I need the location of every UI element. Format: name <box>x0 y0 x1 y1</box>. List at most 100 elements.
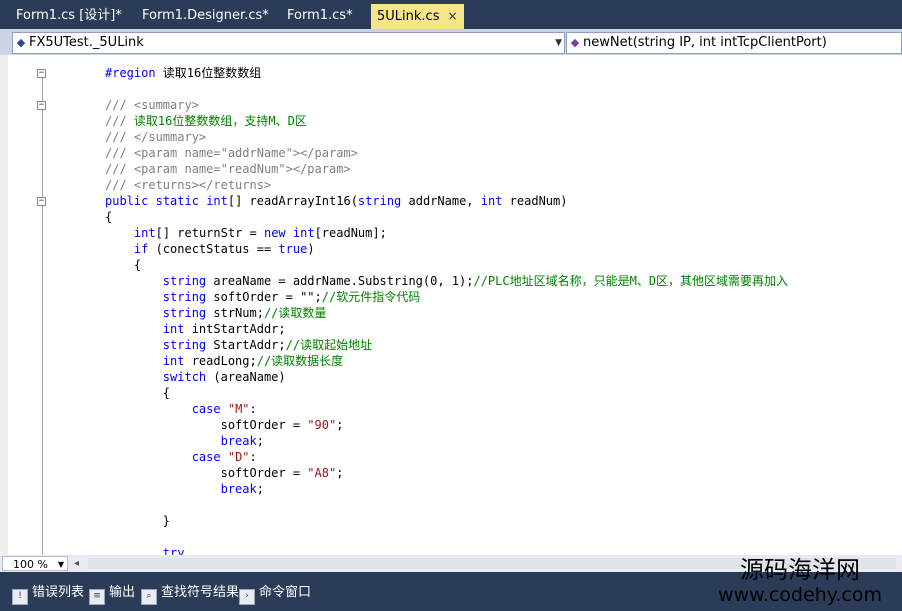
zoom-dropdown[interactable]: 100 % ▼ <box>2 556 68 571</box>
error-list-icon: ! <box>12 589 28 605</box>
code-token: public static int[] readArrayInt16(strin… <box>105 194 568 208</box>
code-line: { <box>105 385 170 401</box>
code-token: ; <box>336 466 344 480</box>
code-line: /// <param name="addrName"></param> <box>105 145 358 161</box>
code-token: { <box>105 210 113 224</box>
code-line: int[] returnStr = new int[readNum]; <box>105 225 387 241</box>
code-token: string areaName = addrName.Substring(0, … <box>162 274 474 288</box>
code-token: /// <param name="readNum"></param> <box>105 162 351 176</box>
outline-guide <box>42 72 43 555</box>
member-selector-value: newNet(string IP, int intTcpClientPort) <box>583 35 827 50</box>
code-line: /// <summary> <box>105 97 199 113</box>
code-token: : <box>249 402 257 416</box>
command-window-button[interactable]: › 命令窗口 <box>239 584 312 605</box>
output-button[interactable]: ≡ 输出 <box>89 584 136 605</box>
code-token: case <box>191 450 221 464</box>
tab-5ulink-cs[interactable]: 5ULink.cs × <box>371 4 464 29</box>
code-line: } <box>105 513 170 529</box>
code-token: "M" <box>227 402 250 416</box>
tab-form1-designer[interactable]: Form1.Designer.cs* <box>142 5 269 27</box>
code-line: /// 读取16位整数数组，支持M、D区 <box>105 113 307 129</box>
error-list-button[interactable]: ! 错误列表 <box>12 584 85 605</box>
code-token: /// </summary> <box>105 130 207 144</box>
code-token: //读取起始地址 <box>285 338 373 352</box>
watermark: 源码海洋网 www.codehy.com <box>700 556 900 606</box>
code-line: try <box>105 545 185 555</box>
chevron-down-icon[interactable]: ▼ <box>555 33 562 53</box>
code-token: } <box>105 514 171 528</box>
code-line: break; <box>105 433 264 449</box>
code-token: if (conectStatus == true) <box>133 242 315 256</box>
code-token: /// <box>105 98 134 112</box>
watermark-url: www.codehy.com <box>718 584 882 606</box>
tab-form1-cs[interactable]: Form1.cs* <box>287 5 353 27</box>
code-line: { <box>105 257 141 273</box>
command-window-icon: › <box>239 589 255 605</box>
tab-5ulink-label: 5ULink.cs <box>377 9 440 24</box>
code-token: break; <box>220 482 264 496</box>
code-token: /// <box>105 114 134 128</box>
code-line: #region 读取16位整数数组 <box>105 65 261 81</box>
chevron-down-icon[interactable]: ▼ <box>58 557 64 572</box>
code-line: int readLong;//读取数据长度 <box>105 353 343 369</box>
code-token: int[] returnStr = new int[readNum]; <box>133 226 387 240</box>
code-line: /// </summary> <box>105 129 206 145</box>
code-token: string strNum; <box>162 306 264 320</box>
code-token: <summary> <box>133 98 199 112</box>
code-token: string StartAddr; <box>162 338 286 352</box>
class-selector-dropdown[interactable]: ◆ FX5UTest._5ULink ▼ <box>12 32 565 54</box>
error-list-label: 错误列表 <box>32 585 85 600</box>
navigation-bar: ◆ FX5UTest._5ULink ▼ ◆ newNet(string IP, i… <box>0 29 902 55</box>
code-token: /// <param name="addrName"></param> <box>105 146 358 160</box>
code-token: { <box>105 386 171 400</box>
code-token: /// <returns></returns> <box>105 178 272 192</box>
code-token: softOrder = <box>105 418 308 432</box>
code-line: string areaName = addrName.Substring(0, … <box>105 273 788 289</box>
code-line: int intStartAddr; <box>105 321 286 337</box>
code-line: softOrder = "90"; <box>105 417 344 433</box>
code-token: "90" <box>307 418 337 432</box>
code-line: softOrder = "A8"; <box>105 465 344 481</box>
collapse-region-icon[interactable]: − <box>37 69 46 78</box>
code-token: #region 读取16位整数数组 <box>105 66 262 80</box>
code-line: public static int[] readArrayInt16(strin… <box>105 193 567 209</box>
member-selector-dropdown[interactable]: ◆ newNet(string IP, int intTcpClientPort) <box>566 32 902 54</box>
code-token: softOrder = <box>105 466 308 480</box>
watermark-title: 源码海洋网 <box>740 556 860 584</box>
close-icon[interactable]: × <box>447 4 457 29</box>
code-editor[interactable]: − − − #region 读取16位整数数组/// <summary>/// … <box>0 55 902 555</box>
code-token: //读取数量 <box>263 306 327 320</box>
find-symbol-results-button[interactable]: ⌕ 查找符号结果 <box>141 584 239 605</box>
code-token: case <box>191 402 221 416</box>
code-token: try <box>162 546 185 555</box>
collapse-comment-icon[interactable]: − <box>37 101 46 110</box>
code-line: string strNum;//读取数量 <box>105 305 327 321</box>
code-token: //读取数据长度 <box>256 354 344 368</box>
tab-form1-design[interactable]: Form1.cs [设计]* <box>16 5 122 27</box>
code-line: /// <param name="readNum"></param> <box>105 161 351 177</box>
code-token: "D" <box>227 450 250 464</box>
method-icon: ◆ <box>570 36 580 49</box>
output-label: 输出 <box>109 585 136 600</box>
code-token: switch (areaName) <box>162 370 286 384</box>
code-line: case "M": <box>105 401 257 417</box>
selection-margin <box>0 55 8 555</box>
output-icon: ≡ <box>89 589 105 605</box>
code-line: case "D": <box>105 449 257 465</box>
code-line: /// <returns></returns> <box>105 177 271 193</box>
document-tab-bar: Form1.cs [设计]* Form1.Designer.cs* Form1.… <box>0 0 902 29</box>
code-line: string StartAddr;//读取起始地址 <box>105 337 372 353</box>
code-token: int readLong; <box>162 354 257 368</box>
command-window-label: 命令窗口 <box>259 585 312 600</box>
code-line: break; <box>105 481 264 497</box>
code-line: { <box>105 209 112 225</box>
code-token: ; <box>336 418 344 432</box>
class-icon: ◆ <box>16 36 26 49</box>
scroll-left-icon[interactable]: ◂ <box>74 558 79 569</box>
code-token: "A8" <box>307 466 337 480</box>
code-token: : <box>249 450 257 464</box>
collapse-method-icon[interactable]: − <box>37 197 46 206</box>
zoom-value: 100 % <box>13 558 48 571</box>
code-line: if (conectStatus == true) <box>105 241 315 257</box>
code-token: 读取16位整数数组，支持M、D区 <box>133 114 307 128</box>
